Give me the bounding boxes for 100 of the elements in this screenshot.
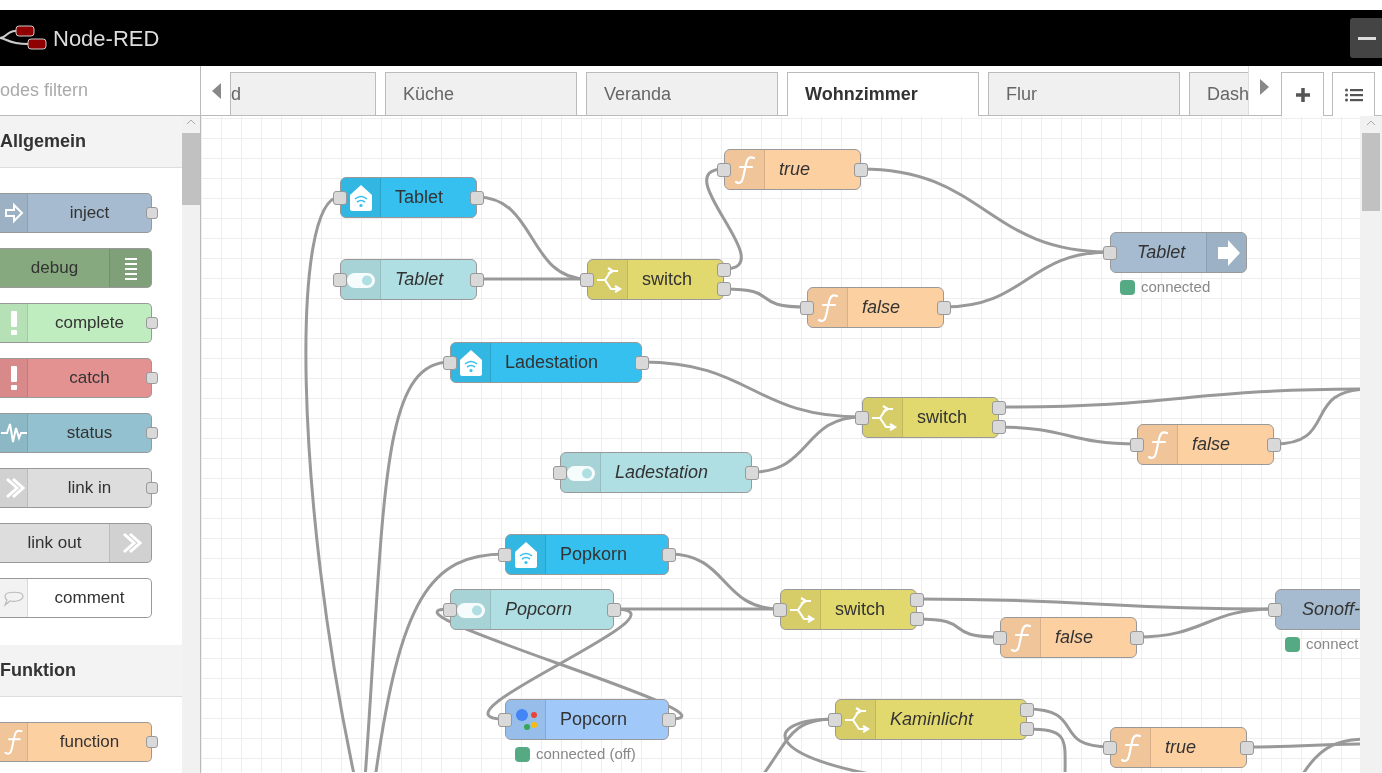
output-port[interactable]: [717, 282, 731, 296]
input-port[interactable]: [993, 631, 1007, 645]
flow-tab[interactable]: Küche: [385, 72, 577, 115]
exclamation-icon: [10, 366, 17, 390]
output-port[interactable]: [470, 191, 484, 205]
input-port[interactable]: [1103, 246, 1117, 260]
input-port[interactable]: [443, 603, 457, 617]
add-tab-button[interactable]: [1281, 72, 1324, 116]
scroll-up-icon[interactable]: [186, 119, 196, 125]
scroll-up-icon[interactable]: [1366, 120, 1376, 126]
flow-node[interactable]: false: [1000, 617, 1137, 658]
input-port[interactable]: [580, 273, 594, 287]
output-port[interactable]: [146, 372, 158, 384]
output-port[interactable]: [717, 263, 731, 277]
flow-node[interactable]: Tablet: [1110, 232, 1247, 273]
node-label: true: [778, 158, 811, 181]
flow-node[interactable]: Tablet: [340, 177, 477, 218]
flow-node[interactable]: false: [807, 287, 944, 328]
scrollbar[interactable]: [182, 116, 200, 773]
node-label: link out: [26, 532, 83, 555]
flow-node[interactable]: switch: [780, 589, 917, 630]
palette-node[interactable]: function: [0, 722, 152, 762]
output-port[interactable]: [146, 207, 158, 219]
output-port[interactable]: [854, 163, 868, 177]
input-port[interactable]: [1268, 603, 1282, 617]
right-triangle-icon: [1260, 79, 1269, 95]
flow-node[interactable]: Popcorn: [505, 699, 669, 740]
input-port[interactable]: [333, 273, 347, 287]
flow-node[interactable]: true: [724, 149, 861, 190]
output-port[interactable]: [910, 612, 924, 626]
flow-tab[interactable]: Veranda: [586, 72, 778, 115]
input-port[interactable]: [498, 548, 512, 562]
flow-node[interactable]: switch: [587, 259, 724, 300]
palette-node[interactable]: link in: [0, 468, 152, 508]
palette-node[interactable]: catch: [0, 358, 152, 398]
output-port[interactable]: [1020, 703, 1034, 717]
flow-node[interactable]: switch: [862, 397, 999, 438]
flow-node[interactable]: Popcorn: [450, 589, 614, 630]
output-port[interactable]: [937, 301, 951, 315]
flow-node[interactable]: false: [1137, 424, 1274, 465]
input-port[interactable]: [1130, 438, 1144, 452]
output-port[interactable]: [635, 356, 649, 370]
output-port[interactable]: [1240, 741, 1254, 755]
input-port[interactable]: [553, 466, 567, 480]
exclamation-icon: [10, 311, 17, 335]
palette-node[interactable]: debug: [0, 248, 152, 288]
output-port[interactable]: [992, 401, 1006, 415]
node-label: Popcorn: [504, 598, 573, 621]
deploy-button[interactable]: [1350, 18, 1382, 58]
output-port[interactable]: [662, 548, 676, 562]
input-port[interactable]: [828, 713, 842, 727]
flow-node[interactable]: Sonoff-: [1275, 589, 1360, 630]
input-port[interactable]: [443, 356, 457, 370]
palette-node[interactable]: comment: [0, 578, 152, 618]
node-label: catch: [68, 367, 111, 390]
node-label: status: [65, 422, 114, 445]
input-port[interactable]: [498, 713, 512, 727]
output-port[interactable]: [745, 466, 759, 480]
input-port[interactable]: [855, 411, 869, 425]
output-port[interactable]: [146, 736, 158, 748]
flow-node[interactable]: Ladestation: [450, 342, 642, 383]
output-port[interactable]: [910, 593, 924, 607]
flow-node[interactable]: Ladestation: [560, 452, 752, 493]
input-port[interactable]: [333, 191, 347, 205]
palette-node[interactable]: complete: [0, 303, 152, 343]
output-port[interactable]: [146, 427, 158, 439]
tab-list-button[interactable]: [1332, 72, 1375, 116]
node-label: complete: [54, 312, 125, 335]
flow-node[interactable]: Popkorn: [505, 534, 669, 575]
flow-node[interactable]: Kaminlicht: [835, 699, 1027, 740]
flow-tab[interactable]: Dash: [1189, 72, 1248, 115]
scrollbar-thumb[interactable]: [1362, 133, 1380, 211]
palette-node[interactable]: link out: [0, 523, 152, 563]
output-port[interactable]: [992, 420, 1006, 434]
scrollbar[interactable]: [1360, 116, 1382, 773]
node-label: Ladestation: [504, 351, 599, 374]
node-label: switch: [916, 406, 967, 429]
flow-node[interactable]: true: [1110, 727, 1247, 768]
flow-tab[interactable]: d: [230, 72, 376, 115]
output-port[interactable]: [607, 603, 621, 617]
output-port[interactable]: [1020, 722, 1034, 736]
app-title: Node-RED: [53, 24, 160, 53]
output-port[interactable]: [1130, 631, 1144, 645]
output-port[interactable]: [1267, 438, 1281, 452]
node-label: Kaminlicht: [889, 708, 974, 731]
palette-node[interactable]: status: [0, 413, 152, 453]
output-port[interactable]: [470, 273, 484, 287]
output-port[interactable]: [146, 482, 158, 494]
palette-node[interactable]: inject: [0, 193, 152, 233]
input-port[interactable]: [773, 603, 787, 617]
scrollbar-thumb[interactable]: [182, 133, 200, 205]
input-port[interactable]: [717, 163, 731, 177]
output-port[interactable]: [662, 713, 676, 727]
input-port[interactable]: [800, 301, 814, 315]
status-text: connected: [1141, 277, 1211, 297]
flow-tab[interactable]: Wohnzimmer: [787, 72, 979, 116]
output-port[interactable]: [146, 317, 158, 329]
input-port[interactable]: [1103, 741, 1117, 755]
flow-tab[interactable]: Flur: [988, 72, 1180, 115]
flow-node[interactable]: Tablet: [340, 259, 477, 300]
